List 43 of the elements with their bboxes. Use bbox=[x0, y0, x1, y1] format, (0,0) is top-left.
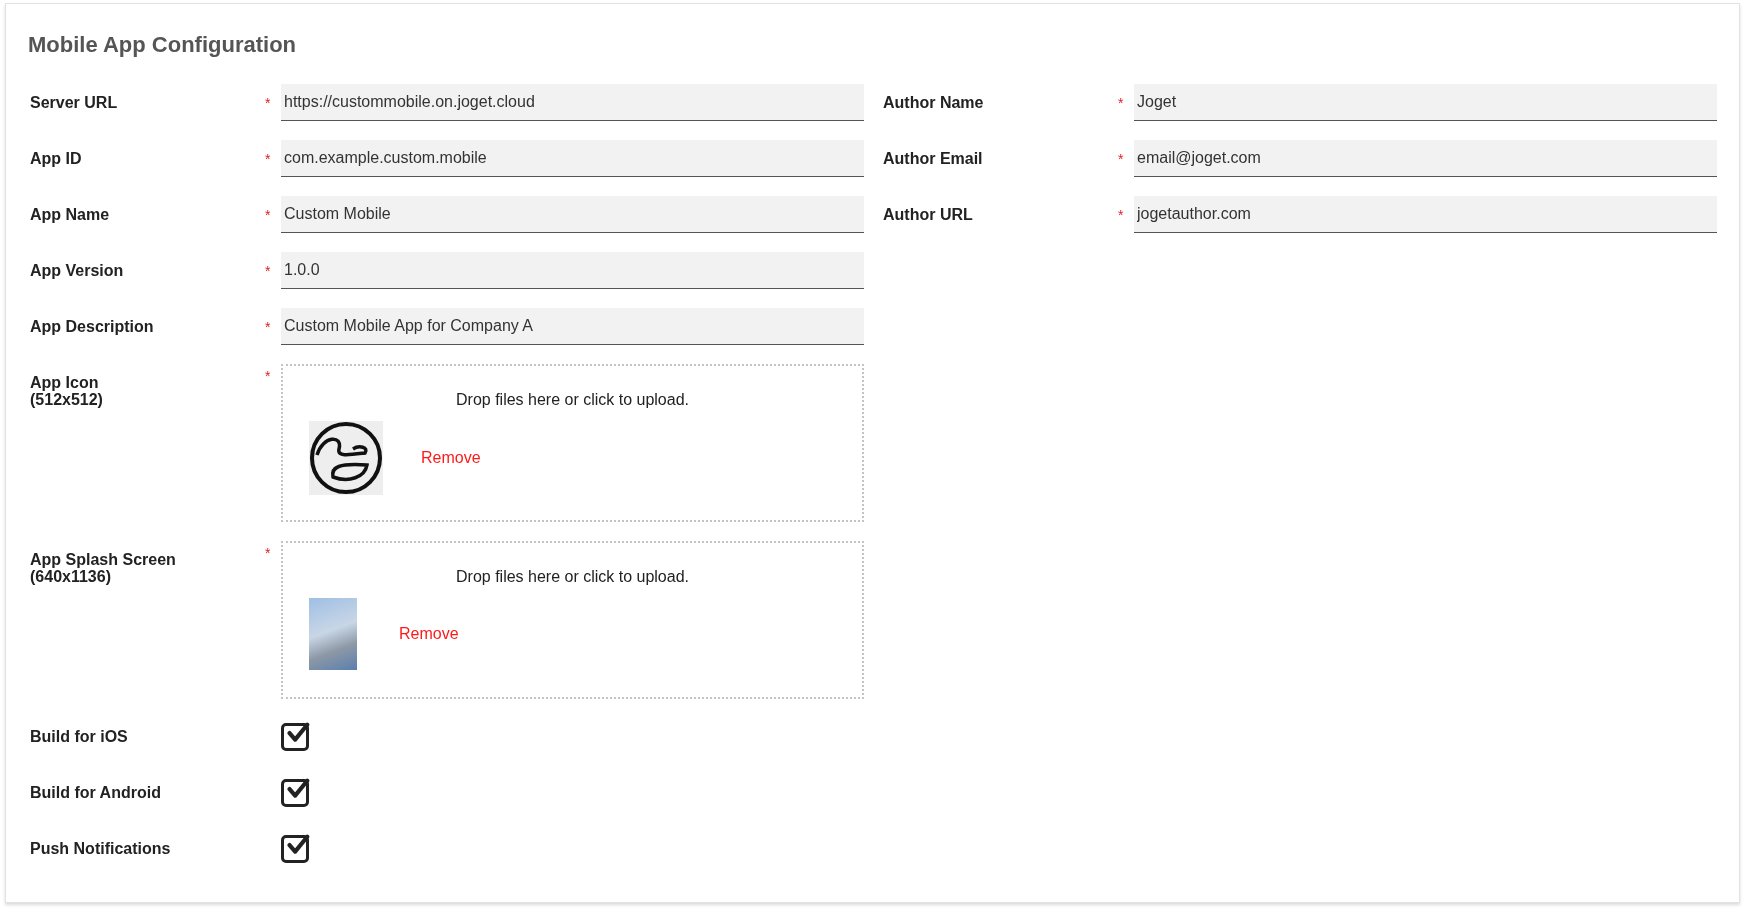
required-mark: * bbox=[265, 94, 272, 111]
photo-placeholder bbox=[309, 598, 357, 670]
field-label: Author Name bbox=[882, 93, 985, 112]
field-label: Push Notifications bbox=[29, 839, 172, 858]
text-input[interactable]: Custom Mobile bbox=[281, 196, 864, 233]
dropzone-hint: Drop files here or click to upload. bbox=[456, 391, 689, 409]
text-input[interactable]: Joget bbox=[1134, 84, 1717, 121]
file-dropzone[interactable]: Drop files here or click to upload. Remove bbox=[281, 541, 864, 699]
field-label: App Name bbox=[29, 205, 111, 224]
required-mark: * bbox=[265, 150, 272, 167]
field-label: App ID bbox=[29, 149, 83, 168]
required-mark: * bbox=[1118, 206, 1125, 223]
text-input[interactable]: email@joget.com bbox=[1134, 140, 1717, 177]
field-label: App Description bbox=[29, 317, 155, 336]
required-mark: * bbox=[265, 367, 272, 384]
field-label: App Version bbox=[29, 261, 125, 280]
field-label: Build for Android bbox=[29, 783, 162, 802]
field-label: App Icon (512x512) bbox=[29, 373, 104, 408]
field-label: Author URL bbox=[882, 205, 974, 224]
required-mark: * bbox=[265, 262, 272, 279]
text-input[interactable]: com.example.custom.mobile bbox=[281, 140, 864, 177]
required-mark: * bbox=[265, 206, 272, 223]
required-mark: * bbox=[1118, 150, 1125, 167]
checkbox[interactable] bbox=[281, 834, 309, 863]
required-mark: * bbox=[265, 544, 272, 561]
field-label: Author Email bbox=[882, 149, 984, 168]
checkbox[interactable] bbox=[281, 778, 309, 807]
remove-link[interactable]: Remove bbox=[421, 449, 481, 467]
checkbox[interactable] bbox=[281, 722, 309, 751]
file-dropzone[interactable]: Drop files here or click to upload. Remove bbox=[281, 364, 864, 522]
form-title: Mobile App Configuration bbox=[28, 31, 298, 59]
required-mark: * bbox=[265, 318, 272, 335]
field-label: Server URL bbox=[29, 93, 119, 112]
circle-logo-icon bbox=[309, 421, 383, 495]
required-mark: * bbox=[1118, 94, 1125, 111]
text-input[interactable]: Custom Mobile App for Company A bbox=[281, 308, 864, 345]
text-input[interactable]: 1.0.0 bbox=[281, 252, 864, 289]
remove-link[interactable]: Remove bbox=[399, 625, 459, 643]
text-input[interactable]: jogetauthor.com bbox=[1134, 196, 1717, 233]
dropzone-hint: Drop files here or click to upload. bbox=[456, 568, 689, 586]
text-input[interactable]: https://custommobile.on.joget.cloud bbox=[281, 84, 864, 121]
field-label: Build for iOS bbox=[29, 727, 129, 746]
field-label: App Splash Screen (640x1136) bbox=[29, 550, 177, 585]
